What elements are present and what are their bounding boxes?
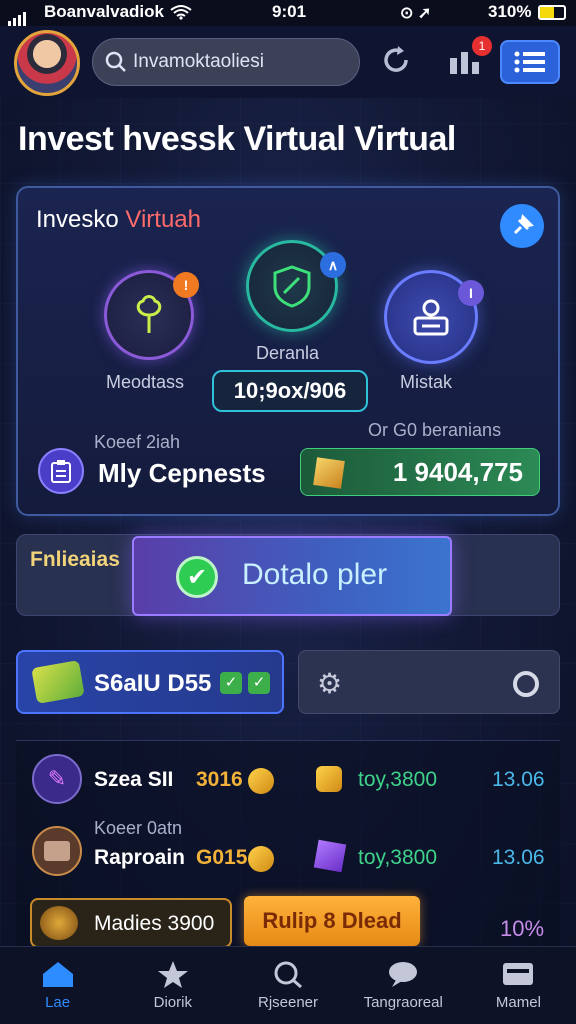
plant-icon [136,295,162,333]
profile-icon [413,299,449,336]
item-label: Meodtass [106,372,185,392]
search-input[interactable]: Invamoktaoliesi [92,38,360,86]
item-info-dot: ∧ [320,252,346,278]
sword-icon [40,906,78,940]
list-item[interactable]: Szea SII [94,768,173,792]
my-components-label: Mly Cepnests [98,458,266,488]
row-change: 13.06 [492,768,545,791]
location-icon: ⊙ ➚ [400,5,432,22]
percent-value: 10% [500,916,545,941]
purple-cube-icon [313,839,347,873]
rulip-button[interactable]: Rulip 8 Dlead [244,896,420,946]
coin-icon [248,846,274,872]
check-icon: ✓ [248,672,270,694]
caption-right: Or G0 beranians [368,420,502,440]
tab-active[interactable]: S6aIU D55 ✓ ✓ [16,650,284,714]
nav-label: Lae [45,994,71,1011]
row-amount: 3016 [196,768,243,791]
nav-item-chat[interactable]: Tangraoreal [346,947,461,1024]
gold-cube-icon [313,457,345,489]
caption-left: Koeef 2iah [94,432,181,452]
promo-label: Fnlieaias [30,548,120,571]
battery-percent: 310% [488,2,532,21]
row-value: toy,3800 [358,768,438,791]
menu-button[interactable] [500,40,560,84]
my-value: 1 9404,775 [392,457,523,487]
carrier-name: Boanvalvadiok [44,2,164,21]
tab-secondary[interactable]: ⚙ [298,650,560,714]
nav-label: Tangraoreal [363,994,443,1011]
ticket-icon [31,660,85,704]
row-change: 13.06 [492,846,545,869]
bottom-nav: Lae Diorik Rjseener Tangraoreal Mamel [0,946,576,1024]
row-name: Raproain [94,846,186,869]
my-value-bar[interactable]: 1 9404,775 [300,448,540,496]
refresh-icon[interactable] [380,44,412,76]
signal-icon [8,6,28,26]
nav-item-search[interactable]: Rjseener [230,947,345,1024]
avatar[interactable] [14,30,80,96]
battery-icon [538,5,566,20]
check-icon: ✔ [176,556,218,598]
clipboard-icon [51,460,71,483]
card-title-main: Invesko [36,206,126,233]
gear-icon: ⚙ [317,668,343,699]
tab-active-label: S6aIU D55 [94,670,212,697]
invest-value-box: 10;9ox/906 [212,370,368,412]
home-icon [42,962,73,987]
nav-label: Diorik [153,994,192,1011]
details-button[interactable]: ✔ Dotalo pler [132,536,452,616]
nav-label: Mamel [495,994,541,1011]
item-alert-dot: ! [173,272,199,298]
invest-card-title: Invesko Virtuah [36,206,201,234]
nav-item-card[interactable]: Mamel [461,947,576,1024]
star-icon [157,961,188,988]
nav-item-home[interactable]: Lae [0,947,115,1024]
clock-time: 9:01 [272,2,307,21]
notification-badge: 1 [472,36,492,56]
details-button-label: Dotalo pler [242,558,388,591]
row-subtitle: Koeer 0atn [94,818,183,838]
menu-icon [514,51,545,73]
row-amount: G015 [196,846,248,869]
pin-button[interactable] [500,204,544,248]
coin-icon [316,766,342,792]
status-bar: Boanvalvadiok 9:01 ⊙ ➚ 310% [0,0,576,26]
wand-icon: ✎ [32,754,82,804]
nav-label: Rjseener [257,994,319,1011]
card-title-highlight: Virtuah [125,206,201,233]
rulip-button-label: Rulip 8 Dlead [262,908,402,933]
search-value: Invamoktaoliesi [133,51,264,72]
search-icon [274,961,302,988]
wifi-icon [170,5,192,20]
item-label: Deranla [256,343,320,363]
nav-item-diorik[interactable]: Diorik [115,947,230,1024]
page-title: Invest hvessk Virtual Virtual [18,120,456,158]
madlies-label: Madies 3900 [94,912,215,935]
row-value: toy,3800 [358,846,438,869]
card-icon [503,963,534,985]
pin-icon [513,214,534,235]
check-icon: ✓ [220,672,242,694]
search-icon [105,51,126,72]
item-label: Mistak [400,372,453,392]
coin-icon [248,768,274,794]
madlies-button[interactable]: Madies 3900 [30,898,232,948]
list-item[interactable]: Raproain [94,846,185,870]
row-name: Szea SII [94,768,174,791]
item-info-dot: I [458,280,484,306]
chat-icon [389,962,418,987]
shield-icon [273,265,311,308]
clipboard-button[interactable] [38,448,84,494]
chest-icon [32,826,82,876]
circle-toggle-icon [513,671,539,697]
